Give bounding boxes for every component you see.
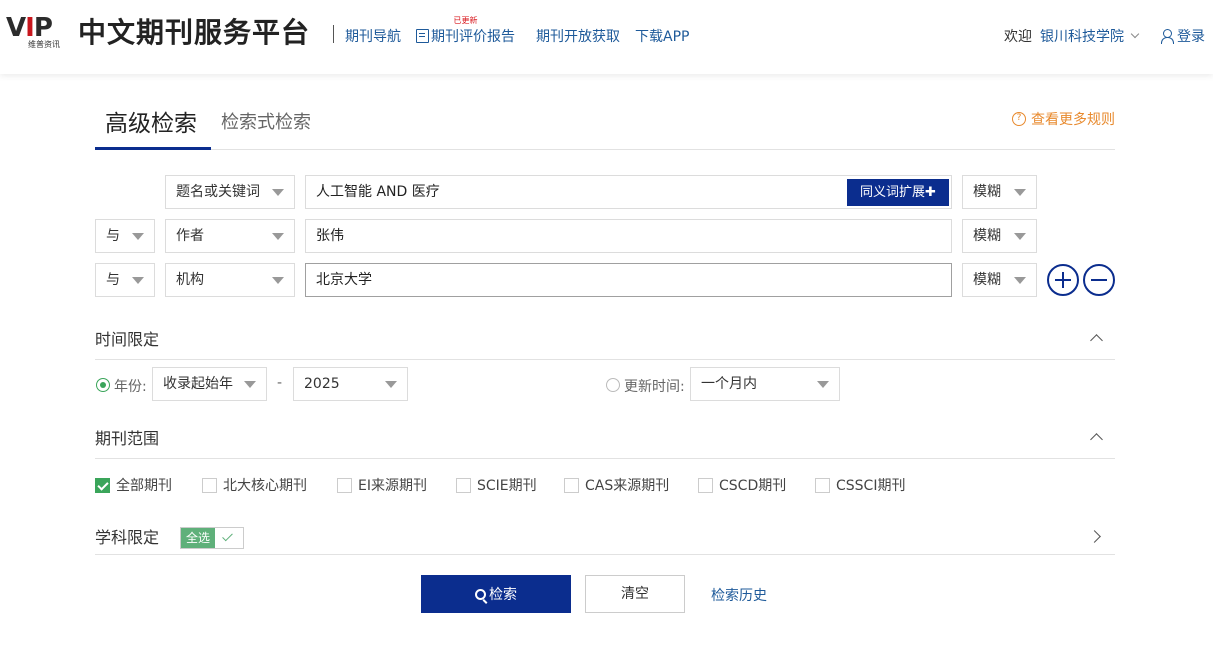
range-dash: -	[277, 375, 283, 391]
field-select-1[interactable]: 题名或关键词	[165, 175, 295, 209]
logic-select-3[interactable]: 与	[95, 263, 155, 297]
subject-select-all-toggle[interactable]: 全选	[180, 527, 244, 549]
year-label: 年份:	[114, 379, 147, 395]
logic-select-2[interactable]: 与	[95, 219, 155, 253]
checkbox-icon	[698, 477, 713, 493]
time-limit-heading: 时间限定	[95, 330, 160, 349]
plus-icon-stem	[1062, 272, 1064, 288]
checkbox-checked-icon	[95, 477, 110, 493]
question-icon: ?	[1012, 112, 1026, 126]
search-history-link[interactable]: 检索历史	[711, 585, 767, 605]
institution-dropdown[interactable]: 银川科技学院	[1040, 26, 1140, 46]
top-header: VIP 维普资讯 中文期刊服务平台 期刊导航 期刊评价报告 已更新 期刊开放获取…	[0, 0, 1213, 74]
welcome-text: 欢迎	[1004, 29, 1032, 45]
document-icon	[416, 29, 429, 43]
tab-expression-search[interactable]: 检索式检索	[221, 108, 311, 134]
checkbox-all-journals[interactable]: 全部期刊	[95, 475, 172, 495]
update-time-select[interactable]: 一个月内	[690, 367, 840, 401]
dropdown-arrow-icon	[272, 189, 284, 196]
year-radio[interactable]	[96, 378, 110, 392]
match-select-3[interactable]: 模糊	[962, 263, 1037, 297]
search-input-3[interactable]: 北京大学	[305, 263, 952, 297]
chevron-down-icon	[1130, 29, 1140, 39]
dropdown-arrow-icon	[272, 233, 284, 240]
dropdown-arrow-icon	[1014, 277, 1026, 284]
collapse-icon[interactable]	[1090, 433, 1103, 446]
field-select-3[interactable]: 机构	[165, 263, 295, 297]
dropdown-arrow-icon	[132, 233, 144, 240]
dropdown-arrow-icon	[244, 381, 256, 388]
journal-scope-heading: 期刊范围	[95, 429, 160, 448]
search-input-2[interactable]: 张伟	[305, 219, 952, 253]
nav-journal-evaluation-report[interactable]: 期刊评价报告 已更新	[416, 16, 515, 46]
vip-logo[interactable]: VIP 维普资讯	[6, 14, 70, 54]
dropdown-arrow-icon	[1014, 189, 1026, 196]
search-mode-tabs: 高级检索 检索式检索 ? 查看更多规则	[95, 90, 1115, 150]
nav-download-app[interactable]: 下载APP	[635, 26, 689, 46]
nav-open-access[interactable]: 期刊开放获取	[536, 26, 620, 46]
checkbox-cssci[interactable]: CSSCI期刊	[815, 475, 905, 495]
remove-row-button[interactable]	[1083, 264, 1115, 296]
login-link[interactable]: 登录	[1160, 26, 1205, 46]
journal-scope-section: 期刊范围	[95, 427, 1115, 459]
checkbox-icon	[564, 477, 579, 493]
add-row-button[interactable]	[1047, 264, 1079, 296]
more-rules-link[interactable]: ? 查看更多规则	[1012, 109, 1115, 129]
dropdown-arrow-icon	[132, 277, 144, 284]
update-time-radio[interactable]	[606, 378, 620, 392]
start-year-select[interactable]: 收录起始年	[152, 367, 267, 401]
nav-journal-navigation[interactable]: 期刊导航	[345, 26, 401, 46]
tab-advanced-search[interactable]: 高级检索	[105, 104, 197, 138]
checkbox-cas[interactable]: CAS来源期刊	[564, 475, 669, 495]
checkbox-icon	[815, 477, 830, 493]
search-icon	[475, 588, 486, 600]
dropdown-arrow-icon	[817, 381, 829, 388]
synonym-expand-button[interactable]: 同义词扩展✚	[847, 179, 949, 206]
checkbox-scie[interactable]: SCIE期刊	[456, 475, 537, 495]
updated-badge: 已更新	[453, 16, 478, 25]
logo-mark: VIP	[6, 13, 53, 43]
checkbox-cscd[interactable]: CSCD期刊	[698, 475, 786, 495]
check-icon	[222, 530, 233, 542]
subject-section: 学科限定	[95, 526, 1115, 555]
dropdown-arrow-icon	[1014, 233, 1026, 240]
field-select-2[interactable]: 作者	[165, 219, 295, 253]
active-tab-indicator	[95, 147, 211, 150]
checkbox-icon	[202, 477, 217, 493]
checkbox-pku-core[interactable]: 北大核心期刊	[202, 475, 307, 495]
update-time-label: 更新时间:	[624, 379, 685, 395]
site-title: 中文期刊服务平台	[78, 16, 311, 49]
header-user-area: 欢迎 银川科技学院 登录	[1004, 26, 1205, 46]
logo-subtitle: 维普资讯	[28, 40, 60, 49]
time-limit-section: 时间限定	[95, 328, 1115, 360]
checkbox-ei[interactable]: EI来源期刊	[337, 475, 427, 495]
collapse-icon[interactable]	[1090, 334, 1103, 347]
match-select-2[interactable]: 模糊	[962, 219, 1037, 253]
minus-icon	[1091, 279, 1107, 281]
dropdown-arrow-icon	[385, 381, 397, 388]
end-year-select[interactable]: 2025	[293, 367, 408, 401]
subject-heading: 学科限定	[95, 528, 160, 547]
checkbox-icon	[456, 477, 471, 493]
top-nav: 期刊导航 期刊评价报告 已更新 期刊开放获取 下载APP	[345, 16, 689, 46]
expand-icon[interactable]	[1088, 530, 1101, 543]
match-select-1[interactable]: 模糊	[962, 175, 1037, 209]
header-divider	[333, 25, 334, 43]
user-icon	[1160, 29, 1174, 44]
clear-button[interactable]: 清空	[585, 575, 685, 613]
search-button[interactable]: 检索	[421, 575, 571, 613]
checkbox-icon	[337, 477, 352, 493]
dropdown-arrow-icon	[272, 277, 284, 284]
